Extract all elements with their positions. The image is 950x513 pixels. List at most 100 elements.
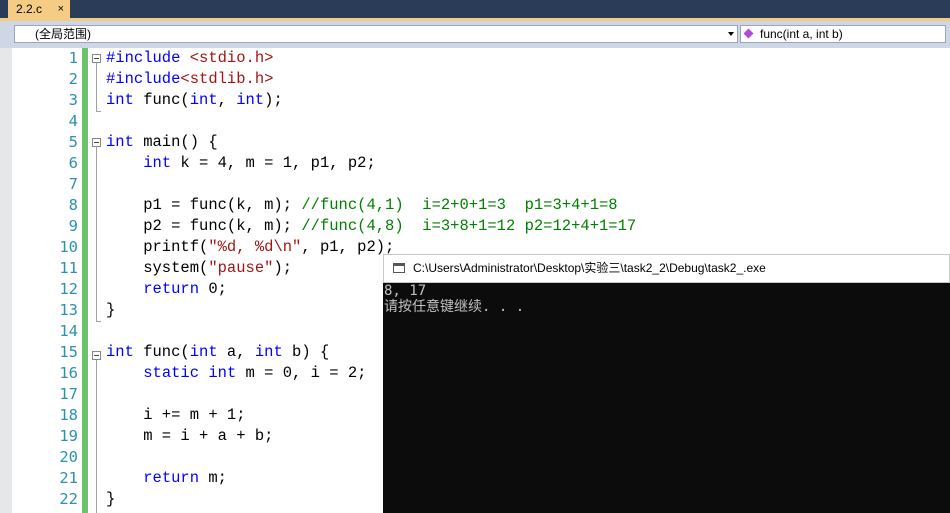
code-line[interactable]: m = i + a + b; <box>106 426 273 447</box>
console-app-icon <box>393 263 405 273</box>
code-token: func( <box>133 343 190 361</box>
code-token: int <box>254 343 283 361</box>
line-number-gutter: 1 2 3 4 5 6 7 8 9 10 11 12 13 14 15 16 17 18 19 20 21 22 <box>12 48 78 513</box>
indicator-margin <box>0 48 12 513</box>
code-token: "%d, %d\n" <box>208 238 302 256</box>
code-token: return <box>143 469 200 487</box>
code-token: func( <box>133 91 190 109</box>
code-line[interactable]: i += m + 1; <box>106 405 246 426</box>
line-number: 8 <box>68 196 78 214</box>
outline-line <box>96 63 97 111</box>
code-token: k = 4, m = 1, p1, p2; <box>171 154 376 172</box>
code-token: , p1, p2); <box>301 238 395 256</box>
line-number: 6 <box>68 154 78 172</box>
code-token: a, <box>217 343 255 361</box>
line-number: 7 <box>68 175 78 193</box>
code-line[interactable]: int k = 4, m = 1, p1, p2; <box>106 153 376 174</box>
code-token: //func(4,8) i=3+8+1=12 p2=12+4+1=17 <box>301 217 637 235</box>
code-token: printf( <box>106 238 209 256</box>
line-number: 18 <box>59 406 78 424</box>
code-token: int <box>143 154 172 172</box>
tab-label: 2.2.c <box>16 2 43 16</box>
console-output-line: 8, 17 <box>384 283 427 299</box>
code-line[interactable]: system("pause"); <box>106 258 292 279</box>
code-token: ); <box>273 259 293 277</box>
line-number: 19 <box>59 427 78 445</box>
outline-line <box>96 360 97 513</box>
code-line[interactable]: int func(int, int); <box>106 90 283 111</box>
tab-2-2-c[interactable]: 2.2.c × <box>8 0 70 18</box>
line-number: 12 <box>59 280 78 298</box>
line-number: 13 <box>59 301 78 319</box>
code-token: int <box>236 91 265 109</box>
member-dropdown[interactable]: func(int a, int b) <box>740 25 946 43</box>
code-line[interactable]: int func(int a, int b) { <box>106 342 329 363</box>
code-line[interactable]: } <box>106 300 115 321</box>
method-icon <box>743 28 754 39</box>
console-window[interactable]: C:\Users\Administrator\Desktop\实验三\task2… <box>383 254 950 513</box>
code-token: system( <box>106 259 209 277</box>
code-line[interactable]: p2 = func(k, m); //func(4,8) i=3+8+1=12 … <box>106 216 636 237</box>
code-token: int <box>106 343 134 361</box>
member-dropdown-value: func(int a, int b) <box>760 27 843 41</box>
code-token: static <box>143 364 200 382</box>
code-token: //func(4,1) i=2+0+1=3 p1=3+4+1=8 <box>301 196 618 214</box>
code-token: #include <box>106 49 190 67</box>
code-token: p1 = func(k, m); <box>106 196 302 214</box>
code-line[interactable]: return 0; <box>106 279 227 300</box>
line-number: 1 <box>68 49 78 67</box>
code-line[interactable]: p1 = func(k, m); //func(4,1) i=2+0+1=3 p… <box>106 195 618 216</box>
collapse-icon[interactable] <box>92 351 101 360</box>
code-line[interactable]: printf("%d, %d\n", p1, p2); <box>106 237 394 258</box>
line-number: 21 <box>59 469 78 487</box>
console-title-bar[interactable]: C:\Users\Administrator\Desktop\实验三\task2… <box>383 254 950 283</box>
code-token: "pause" <box>208 259 274 277</box>
console-output-line: 请按任意键继续. . . <box>384 299 525 315</box>
line-number: 5 <box>68 133 78 151</box>
code-token: int <box>106 133 134 151</box>
line-number: 10 <box>59 238 78 256</box>
code-line[interactable]: } <box>106 489 115 510</box>
code-token: m = 0, i = 2; <box>236 364 367 382</box>
line-number: 15 <box>59 343 78 361</box>
code-token: int <box>189 343 218 361</box>
code-line[interactable]: static int m = 0, i = 2; <box>106 363 366 384</box>
chevron-down-icon[interactable] <box>728 32 734 36</box>
code-token: main() { <box>133 133 218 151</box>
code-token: int <box>106 91 134 109</box>
outline-end <box>96 321 101 322</box>
line-number: 20 <box>59 448 78 466</box>
code-token: ); <box>264 91 283 109</box>
code-line[interactable]: return m; <box>106 468 227 489</box>
scope-dropdown[interactable]: (全局范围) <box>14 25 738 43</box>
close-icon[interactable]: × <box>58 0 64 18</box>
collapse-icon[interactable] <box>92 138 101 147</box>
code-token: 0; <box>199 280 227 298</box>
line-number: 11 <box>59 259 78 277</box>
code-token: int <box>189 91 218 109</box>
code-token: i += m + 1; <box>106 406 246 424</box>
code-token: , <box>217 91 237 109</box>
code-token: p2 = func(k, m); <box>106 217 302 235</box>
console-title: C:\Users\Administrator\Desktop\实验三\task2… <box>413 261 766 275</box>
code-token: #include <box>106 70 181 88</box>
line-number: 3 <box>68 91 78 109</box>
outline-end <box>96 111 101 112</box>
code-line[interactable]: #include <stdio.h> <box>106 48 273 69</box>
line-number: 2 <box>68 70 78 88</box>
code-line[interactable]: int main() { <box>106 132 218 153</box>
code-line[interactable]: #include<stdlib.h> <box>106 69 273 90</box>
code-token: int <box>208 364 237 382</box>
navigation-bar: (全局范围) func(int a, int b) <box>0 21 950 48</box>
line-number: 9 <box>68 217 78 235</box>
collapse-icon[interactable] <box>92 54 101 63</box>
code-token: <stdlib.h> <box>180 70 274 88</box>
code-token: b) { <box>282 343 330 361</box>
code-token: m = i + a + b; <box>106 427 274 445</box>
code-token: } <box>106 490 116 508</box>
